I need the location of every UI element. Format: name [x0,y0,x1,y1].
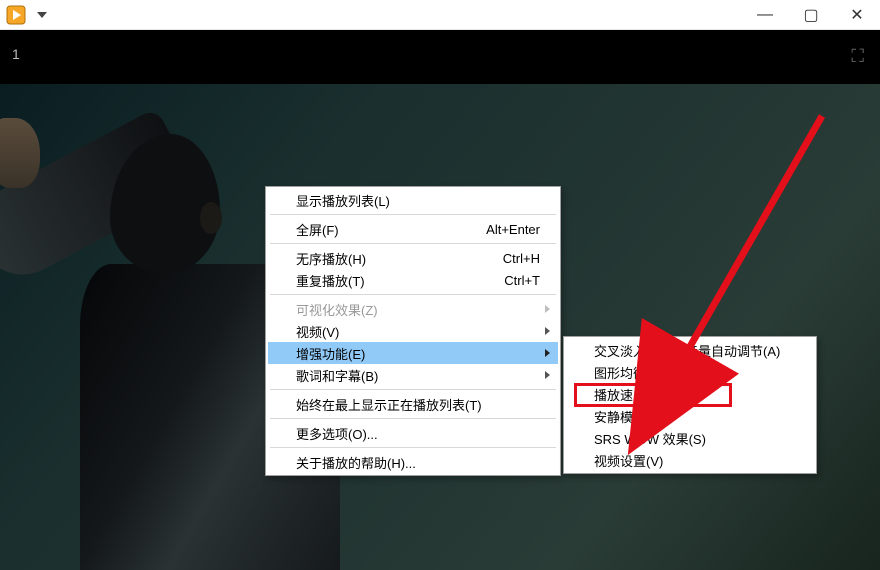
menu-item[interactable]: 增强功能(E) [268,342,558,364]
submenu-item[interactable]: 视频设置(V) [566,449,814,471]
menu-separator [270,447,556,448]
menu-separator [270,243,556,244]
window-controls: — ▢ ✕ [742,0,880,30]
menu-item-label: 重复播放(T) [296,271,464,290]
menu-separator [270,418,556,419]
menu-item[interactable]: 始终在最上显示正在播放列表(T) [268,393,558,415]
submenu-item[interactable]: SRS WOW 效果(S) [566,427,814,449]
submenu-item[interactable]: 安静模式(Q) [566,405,814,427]
menu-item[interactable]: 更多选项(O)... [268,422,558,444]
figure-hand [0,118,40,188]
expand-icon[interactable]: ⛶ [851,46,864,67]
submenu-item-label: 图形均衡器(G) [594,363,796,382]
app-icon [4,3,28,27]
video-topbar: 1 ⛶ [0,30,880,84]
menu-separator [270,294,556,295]
titlebar-menu-dropdown[interactable] [32,5,52,25]
menu-item-label: 视频(V) [296,322,540,341]
menu-separator [270,214,556,215]
maximize-button[interactable]: ▢ [788,0,834,30]
menu-item-shortcut: Ctrl+T [504,273,540,288]
submenu-item-label: 安静模式(Q) [594,407,796,426]
enhancements-submenu[interactable]: 交叉淡入淡出和音量自动调节(A) 图形均衡器(G) 播放速度设置(L) 安静模式(Q)… [563,336,817,474]
menu-item[interactable]: 显示播放列表(L) [268,189,558,211]
submenu-item-label: 交叉淡入淡出和音量自动调节(A) [594,341,796,360]
menu-item[interactable]: 关于播放的帮助(H)... [268,451,558,473]
menu-item: 可视化效果(Z) [268,298,558,320]
menu-item-shortcut: Alt+Enter [486,222,540,237]
submenu-item-label: 视频设置(V) [594,451,796,470]
menu-item-label: 无序播放(H) [296,249,463,268]
menu-item-label: 可视化效果(Z) [296,300,540,319]
submenu-item[interactable]: 交叉淡入淡出和音量自动调节(A) [566,339,814,361]
submenu-item[interactable]: 图形均衡器(G) [566,361,814,383]
menu-item-label: 增强功能(E) [296,344,540,363]
menu-item-label: 始终在最上显示正在播放列表(T) [296,395,540,414]
menu-item-label: 更多选项(O)... [296,424,540,443]
figure-ear [200,202,222,234]
menu-item-label: 显示播放列表(L) [296,191,540,210]
media-player-window: — ▢ ✕ 1 ⛶ 显示播放列表(L) 全屏(F) Alt+Enter 无序播放(H)… [0,0,880,570]
submenu-item-label: SRS WOW 效果(S) [594,429,796,448]
submenu-item-label: 播放速度设置(L) [594,385,796,404]
close-button[interactable]: ✕ [834,0,880,30]
context-menu[interactable]: 显示播放列表(L) 全屏(F) Alt+Enter 无序播放(H) Ctrl+H 重复播放… [265,186,561,476]
menu-item-label: 全屏(F) [296,220,446,239]
titlebar: — ▢ ✕ [0,0,880,30]
menu-item[interactable]: 歌词和字幕(B) [268,364,558,386]
menu-item-label: 关于播放的帮助(H)... [296,453,540,472]
menu-item[interactable]: 全屏(F) Alt+Enter [268,218,558,240]
submenu-item[interactable]: 播放速度设置(L) [566,383,814,405]
menu-item-shortcut: Ctrl+H [503,251,540,266]
playlist-index: 1 [12,46,20,62]
menu-item[interactable]: 视频(V) [268,320,558,342]
menu-separator [270,389,556,390]
minimize-button[interactable]: — [742,0,788,30]
menu-item[interactable]: 无序播放(H) Ctrl+H [268,247,558,269]
menu-item-label: 歌词和字幕(B) [296,366,540,385]
menu-item[interactable]: 重复播放(T) Ctrl+T [268,269,558,291]
